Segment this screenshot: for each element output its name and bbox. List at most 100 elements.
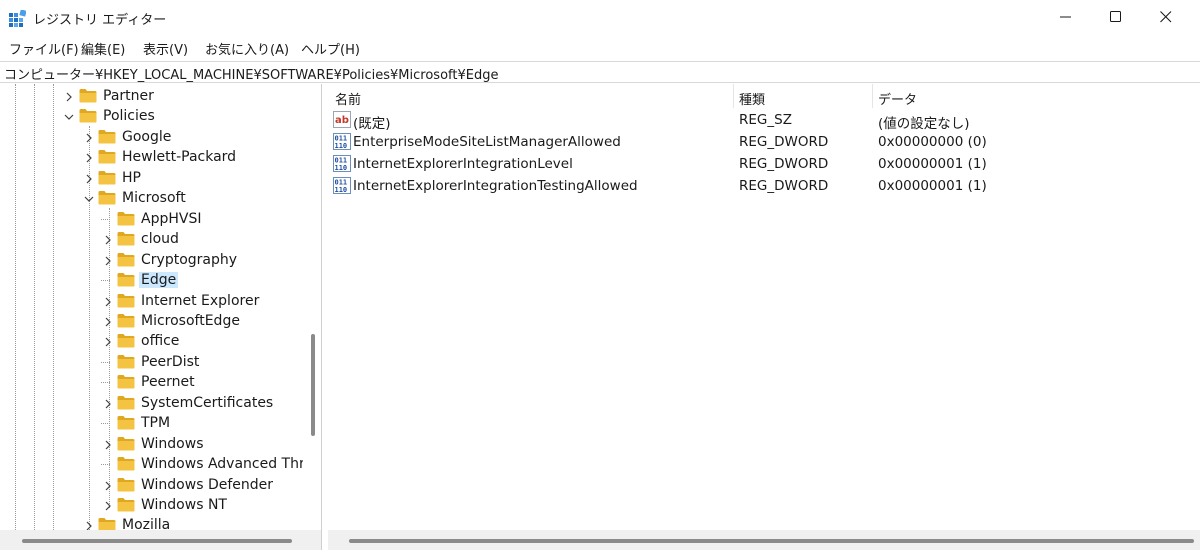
chevron-right-icon[interactable] xyxy=(103,336,113,347)
tree-vertical-scrollbar[interactable] xyxy=(303,84,321,530)
tree-node-peernet[interactable]: Peernet xyxy=(0,372,303,392)
tree-node-label: Internet Explorer xyxy=(141,292,260,309)
address-bar[interactable]: コンピューター¥HKEY_LOCAL_MACHINE¥SOFTWARE¥Poli… xyxy=(0,61,1200,83)
chevron-down-icon[interactable] xyxy=(64,111,74,121)
value-row[interactable]: 011 110 EnterpriseModeSiteListManagerAllow… xyxy=(328,131,1200,153)
binary-value-icon: 011 110 xyxy=(333,177,351,194)
list-header: 名前 種類 データ xyxy=(328,84,1200,108)
value-row[interactable]: 011 110 InternetExplorerIntegrationLevel RE… xyxy=(328,153,1200,175)
folder-icon xyxy=(117,456,135,471)
chevron-right-icon[interactable] xyxy=(64,91,74,102)
tree-node-label: AppHVSI xyxy=(141,210,202,227)
tree-node-edge[interactable]: Edge xyxy=(0,270,303,290)
tree-node-microsoft[interactable]: Microsoft xyxy=(0,188,303,208)
menu-file[interactable]: ファイル(F) xyxy=(9,39,79,58)
chevron-right-icon[interactable] xyxy=(103,234,113,245)
tree-connector xyxy=(101,218,110,220)
value-row[interactable]: ab (既定) REG_SZ (値の設定なし) xyxy=(328,109,1200,132)
tree-node-hewlett-packard[interactable]: Hewlett-Packard xyxy=(0,147,303,167)
list-horizontal-scrollbar[interactable] xyxy=(328,530,1200,550)
folder-icon xyxy=(79,108,97,123)
maximize-icon xyxy=(1110,11,1121,22)
svg-text:110: 110 xyxy=(335,164,348,172)
tree-node-label: Partner xyxy=(103,88,154,104)
tree-node-windows[interactable]: Windows xyxy=(0,434,303,454)
scrollbar-corner xyxy=(303,530,321,550)
chevron-down-icon[interactable] xyxy=(84,193,94,203)
tree-node-office[interactable]: office xyxy=(0,331,303,351)
tree-node-windows-defender[interactable]: Windows Defender xyxy=(0,475,303,495)
value-type: REG_DWORD xyxy=(739,156,829,172)
tree-node-cloud[interactable]: cloud xyxy=(0,229,303,249)
column-separator[interactable] xyxy=(733,84,734,108)
chevron-right-icon[interactable] xyxy=(103,480,113,490)
column-header-name[interactable]: 名前 xyxy=(335,89,361,108)
chevron-right-icon[interactable] xyxy=(103,316,113,327)
tree-node-label: Policies xyxy=(103,108,155,125)
tree-node-tpm[interactable]: TPM xyxy=(0,413,303,433)
tree-node-partner[interactable]: Partner xyxy=(0,86,303,106)
close-icon xyxy=(1160,11,1172,23)
menu-view[interactable]: 表示(V) xyxy=(143,39,188,58)
address-path[interactable]: コンピューター¥HKEY_LOCAL_MACHINE¥SOFTWARE¥Poli… xyxy=(4,64,498,83)
maximize-button[interactable] xyxy=(1092,0,1142,34)
minimize-button[interactable] xyxy=(1042,0,1092,34)
tree-connector xyxy=(101,423,110,425)
tree-node-label: office xyxy=(141,333,180,350)
chevron-right-icon[interactable] xyxy=(103,439,113,450)
column-header-type[interactable]: 種類 xyxy=(739,89,765,108)
folder-icon xyxy=(98,190,116,205)
folder-icon xyxy=(98,170,116,185)
tree-node-windows-advanced-threa[interactable]: Windows Advanced Threa xyxy=(0,454,321,474)
value-name: InternetExplorerIntegrationTestingAllowe… xyxy=(353,178,638,194)
menu-help[interactable]: ヘルプ(H) xyxy=(301,39,360,58)
tree-connector xyxy=(101,361,110,363)
tree-node-apphvsi[interactable]: AppHVSI xyxy=(0,209,303,229)
tree-horizontal-scrollbar[interactable] xyxy=(0,530,303,550)
folder-icon xyxy=(117,211,135,226)
tree-node-label: SystemCertificates xyxy=(141,394,274,411)
string-value-icon: ab xyxy=(333,111,351,128)
registry-editor-window: レジストリ エディター ファイル(F) 編集(E) 表示(V) お気に入り(A)… xyxy=(0,0,1200,552)
chevron-right-icon[interactable] xyxy=(84,520,94,531)
folder-icon xyxy=(98,149,116,164)
folder-icon xyxy=(117,333,135,348)
tree-node-internet-explorer[interactable]: Internet Explorer xyxy=(0,291,303,311)
chevron-right-icon[interactable] xyxy=(103,500,113,511)
tree-vertical-scroll-thumb[interactable] xyxy=(311,334,315,436)
folder-icon xyxy=(117,374,135,389)
chevron-right-icon[interactable] xyxy=(84,132,94,143)
tree-node-label: Edge xyxy=(139,272,179,289)
chevron-right-icon[interactable] xyxy=(103,398,113,409)
folder-icon xyxy=(117,313,135,328)
folder-icon xyxy=(117,293,135,308)
column-header-data[interactable]: データ xyxy=(878,89,917,108)
list-horizontal-scroll-thumb[interactable] xyxy=(349,539,1194,543)
tree-node-microsoftedge[interactable]: MicrosoftEdge xyxy=(0,311,303,331)
tree-node-systemcertificates[interactable]: SystemCertificates xyxy=(0,393,303,413)
close-button[interactable] xyxy=(1142,0,1192,34)
tree-connector xyxy=(101,382,110,384)
chevron-right-icon[interactable] xyxy=(103,296,113,306)
tree-node-label: Windows Defender xyxy=(141,476,274,493)
tree-node-cryptography[interactable]: Cryptography xyxy=(0,250,303,270)
tree-node-policies[interactable]: Policies xyxy=(0,106,303,126)
column-separator[interactable] xyxy=(872,84,873,108)
tree-node-hp[interactable]: HP xyxy=(0,168,303,188)
key-tree-pane[interactable]: Partner Policies Google Hewlett-Packard HP Mi… xyxy=(0,84,322,550)
chevron-right-icon[interactable] xyxy=(103,255,113,266)
menu-edit[interactable]: 編集(E) xyxy=(81,39,125,58)
tree-node-windows-nt[interactable]: Windows NT xyxy=(0,495,303,515)
tree-node-label: Windows NT xyxy=(141,497,227,513)
value-list-pane[interactable]: 名前 種類 データ ab (既定) REG_SZ (値の設定なし) 011 110 Ente… xyxy=(328,84,1200,550)
chevron-right-icon[interactable] xyxy=(84,152,94,163)
tree-node-peerdist[interactable]: PeerDist xyxy=(0,352,303,372)
value-row[interactable]: 011 110 InternetExplorerIntegrationTesting… xyxy=(328,175,1200,197)
value-name: (既定) xyxy=(353,116,391,132)
tree-node-label: TPM xyxy=(141,415,171,432)
chevron-right-icon[interactable] xyxy=(84,173,94,184)
menu-favorites[interactable]: お気に入り(A) xyxy=(205,39,289,58)
registry-editor-icon xyxy=(9,10,26,27)
tree-horizontal-scroll-thumb[interactable] xyxy=(22,539,292,543)
tree-node-google[interactable]: Google xyxy=(0,127,303,147)
